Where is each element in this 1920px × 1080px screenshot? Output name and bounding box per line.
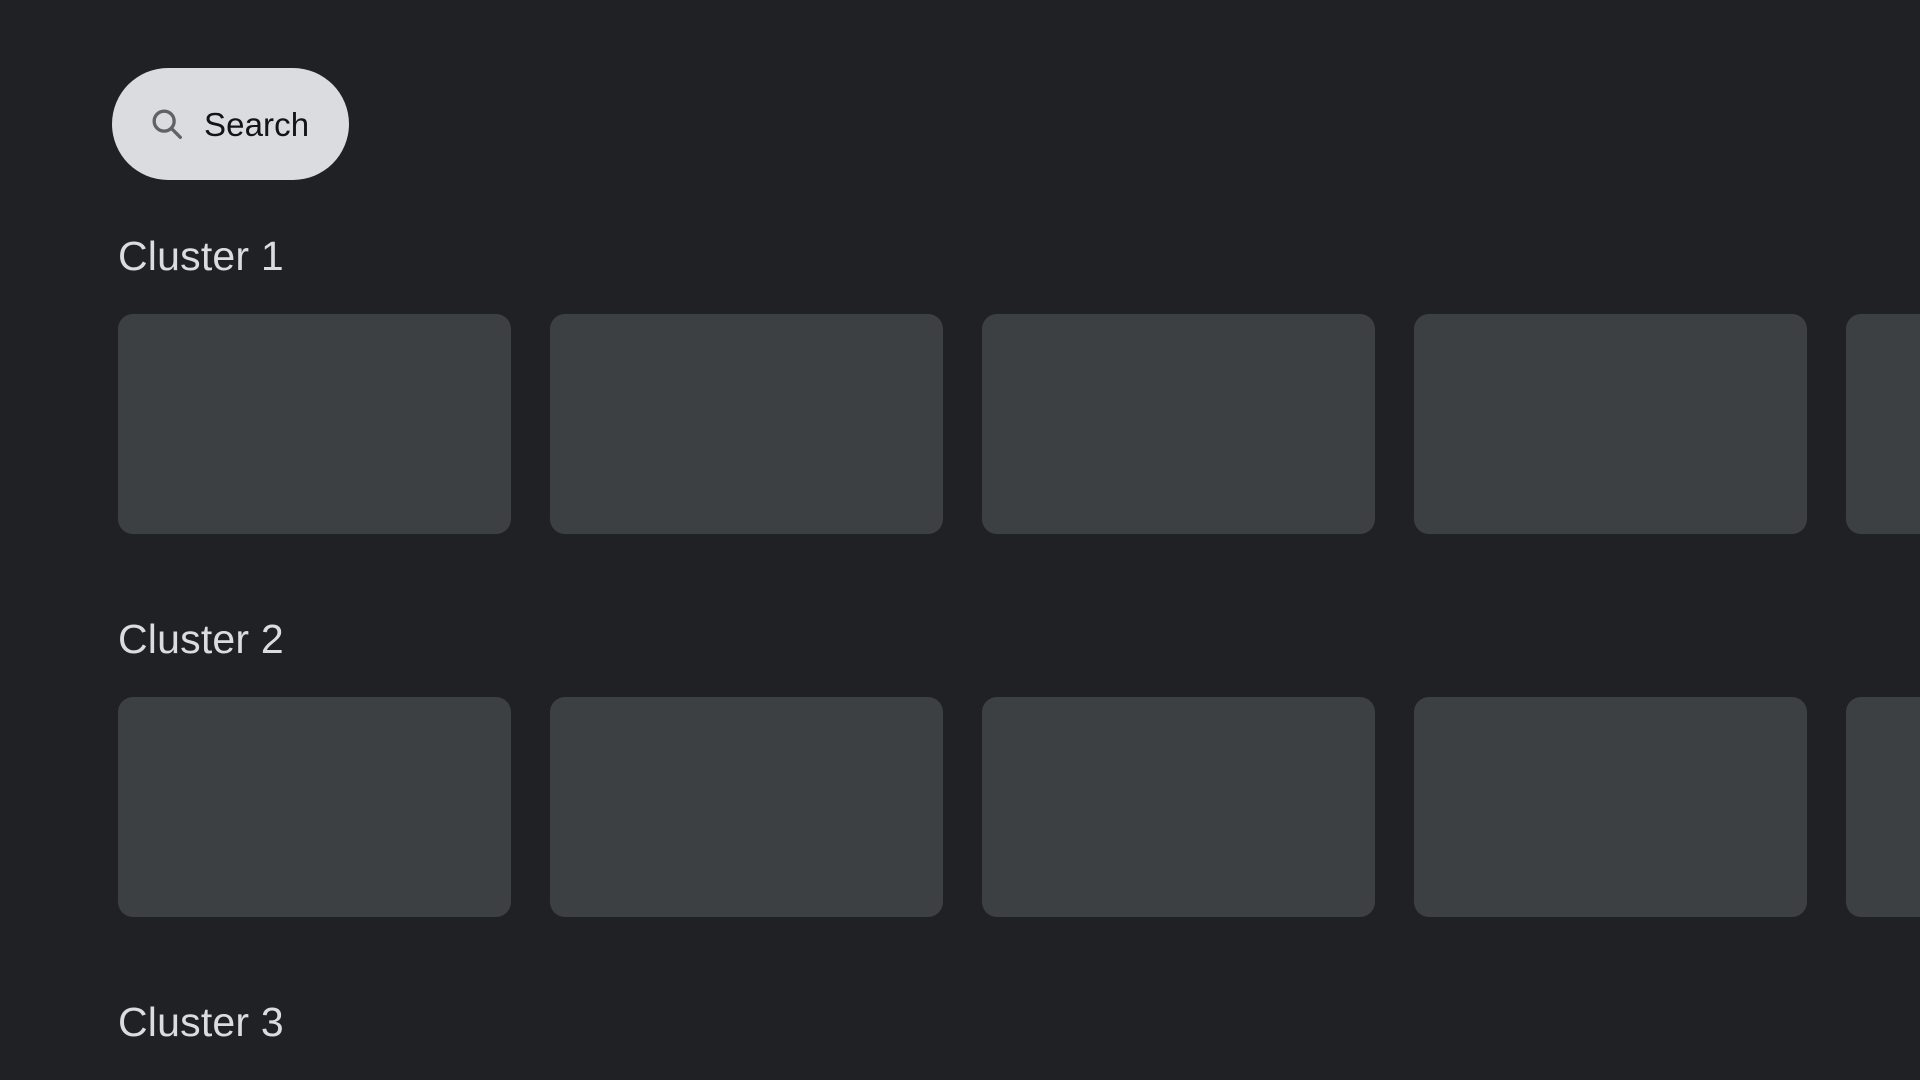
cluster-list: Cluster 1 Cluster 2 Cluster 3 [0,236,1920,1080]
search-icon [152,109,182,139]
cluster-title-1: Cluster 1 [118,233,284,279]
search-input[interactable]: Search [112,68,350,180]
cluster-title-3: Cluster 3 [118,999,284,1045]
cluster-card[interactable] [1846,697,1920,917]
cluster-card[interactable] [1414,697,1807,917]
cluster-card[interactable] [1846,314,1920,534]
cluster-title-2: Cluster 2 [118,616,284,662]
cluster-card[interactable] [982,697,1375,917]
cluster-card[interactable] [1414,314,1807,534]
cluster-carousel-1[interactable] [0,277,1920,534]
cluster-section-2: Cluster 2 [0,619,1920,917]
cluster-section-3: Cluster 3 [0,1002,1920,1080]
cluster-card[interactable] [550,314,943,534]
cluster-carousel-2[interactable] [0,660,1920,917]
search-bar: Search [112,68,350,180]
cluster-card[interactable] [982,314,1375,534]
cluster-carousel-3[interactable] [0,1043,1920,1080]
search-input-label: Search [204,105,310,143]
app-root: Search Cluster 1 Cluster 2 Cluster 3 [0,0,1920,1080]
cluster-card[interactable] [118,314,511,534]
cluster-card[interactable] [550,697,943,917]
cluster-section-1: Cluster 1 [0,236,1920,534]
cluster-card[interactable] [118,697,511,917]
